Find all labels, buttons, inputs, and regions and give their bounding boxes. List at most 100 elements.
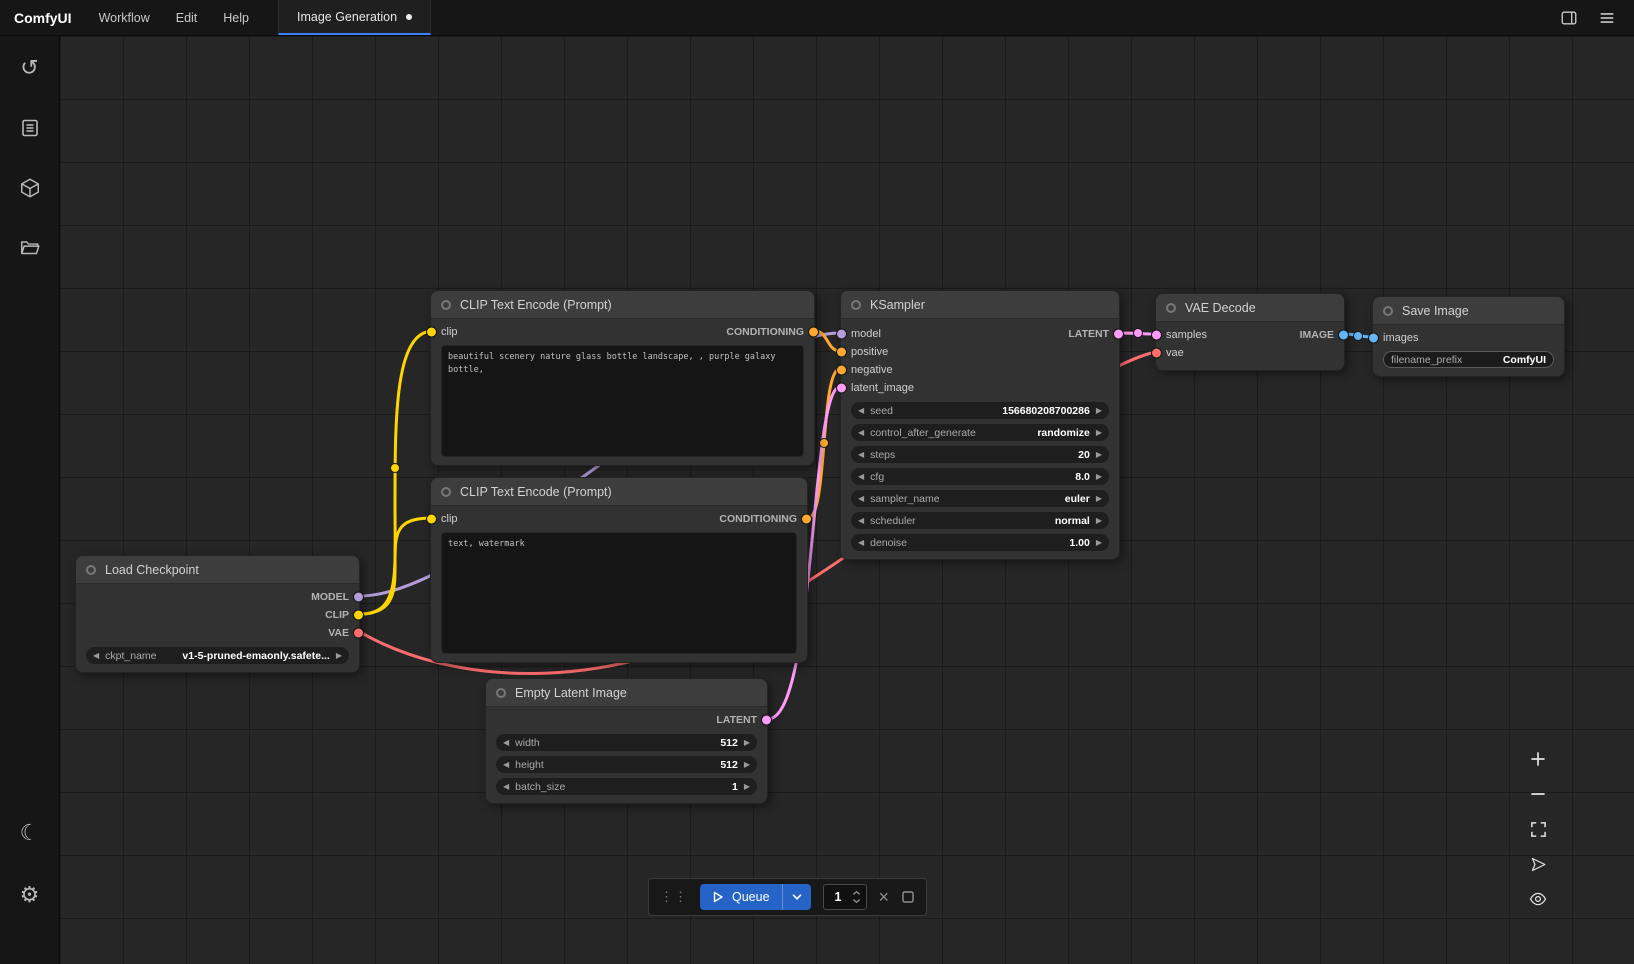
select-mode-button[interactable]	[1526, 852, 1550, 876]
widget-cfg[interactable]: ◀ cfg 8.0 ▶	[851, 468, 1109, 485]
panel-right-icon[interactable]	[1560, 9, 1578, 27]
menu-help[interactable]: Help	[210, 0, 262, 35]
widget-increment-icon[interactable]: ▶	[744, 739, 750, 747]
widget-ckpt-name[interactable]: ◀ ckpt_name v1-5-pruned-emaonly.safete..…	[86, 647, 349, 664]
widget-decrement-icon[interactable]: ◀	[858, 429, 864, 437]
graph-canvas[interactable]: Load Checkpoint MODEL CLIP VAE ◀ ckpt_na…	[60, 36, 1634, 964]
port-model-output[interactable]	[354, 593, 363, 602]
node-vae-decode[interactable]: VAE Decode samples IMAGE vae	[1155, 293, 1345, 371]
widget-increment-icon[interactable]: ▶	[1096, 517, 1102, 525]
queue-options-button[interactable]	[782, 884, 811, 910]
node-header[interactable]: KSampler	[841, 291, 1119, 319]
zoom-in-button[interactable]	[1526, 747, 1550, 771]
port-model-input[interactable]	[837, 330, 846, 339]
widget-increment-icon[interactable]: ▶	[1096, 451, 1102, 459]
widget-decrement-icon[interactable]: ◀	[503, 783, 509, 791]
collapse-dot-icon[interactable]	[851, 300, 861, 310]
widget-increment-icon[interactable]: ▶	[336, 652, 342, 660]
port-vae-output[interactable]	[354, 629, 363, 638]
port-conditioning-output[interactable]	[802, 515, 811, 524]
node-empty-latent-image[interactable]: Empty Latent Image LATENT ◀ width 512 ▶ …	[485, 678, 768, 804]
widget-batch-size[interactable]: ◀ batch_size 1 ▶	[496, 778, 757, 795]
port-samples-input[interactable]	[1152, 331, 1161, 340]
widget-decrement-icon[interactable]: ◀	[858, 407, 864, 415]
widget-denoise[interactable]: ◀ denoise 1.00 ▶	[851, 534, 1109, 551]
widget-decrement-icon[interactable]: ◀	[858, 451, 864, 459]
collapse-dot-icon[interactable]	[441, 487, 451, 497]
node-header[interactable]: CLIP Text Encode (Prompt)	[431, 478, 807, 506]
widget-increment-icon[interactable]: ▶	[1096, 473, 1102, 481]
port-latent-output[interactable]	[1114, 330, 1123, 339]
widget-control-after-generate[interactable]: ◀ control_after_generate randomize ▶	[851, 424, 1109, 441]
settings-gear-icon[interactable]: ⚙	[18, 883, 42, 907]
widget-increment-icon[interactable]: ▶	[744, 761, 750, 769]
cancel-icon[interactable]: ×	[879, 888, 890, 906]
stepper-up-icon[interactable]	[852, 890, 861, 896]
port-negative-input[interactable]	[837, 366, 846, 375]
widget-decrement-icon[interactable]: ◀	[93, 652, 99, 660]
stepper-down-icon[interactable]	[852, 898, 861, 904]
collapse-dot-icon[interactable]	[86, 565, 96, 575]
widget-decrement-icon[interactable]: ◀	[503, 761, 509, 769]
widget-increment-icon[interactable]: ▶	[1096, 429, 1102, 437]
widget-decrement-icon[interactable]: ◀	[858, 517, 864, 525]
widget-decrement-icon[interactable]: ◀	[503, 739, 509, 747]
port-clip-output[interactable]	[354, 611, 363, 620]
node-ksampler[interactable]: KSampler model LATENT positive negative …	[840, 290, 1120, 560]
node-library-icon[interactable]	[18, 116, 42, 140]
collapse-dot-icon[interactable]	[496, 688, 506, 698]
port-clip-input[interactable]	[427, 328, 436, 337]
positive-prompt-textarea[interactable]: beautiful scenery nature glass bottle la…	[441, 345, 804, 457]
widget-increment-icon[interactable]: ▶	[1096, 495, 1102, 503]
widget-decrement-icon[interactable]: ◀	[858, 473, 864, 481]
port-latent-image-input[interactable]	[837, 384, 846, 393]
node-header[interactable]: CLIP Text Encode (Prompt)	[431, 291, 814, 319]
widget-steps[interactable]: ◀ steps 20 ▶	[851, 446, 1109, 463]
node-clip-text-encode-positive[interactable]: CLIP Text Encode (Prompt) clip CONDITION…	[430, 290, 815, 466]
widget-width[interactable]: ◀ width 512 ▶	[496, 734, 757, 751]
collapse-dot-icon[interactable]	[1383, 306, 1393, 316]
theme-toggle-moon-icon[interactable]: ☾	[18, 821, 42, 845]
hamburger-menu-icon[interactable]	[1598, 9, 1616, 27]
collapse-dot-icon[interactable]	[1166, 303, 1176, 313]
node-header[interactable]: VAE Decode	[1156, 294, 1344, 322]
widget-decrement-icon[interactable]: ◀	[858, 539, 864, 547]
port-positive-input[interactable]	[837, 348, 846, 357]
drag-handle-icon[interactable]: ⋮⋮	[660, 889, 688, 905]
widget-increment-icon[interactable]: ▶	[744, 783, 750, 791]
queue-button[interactable]: Queue	[700, 884, 782, 910]
fit-view-button[interactable]	[1526, 817, 1550, 841]
widget-sampler-name[interactable]: ◀ sampler_name euler ▶	[851, 490, 1109, 507]
queue-history-icon[interactable]: ↺	[18, 56, 42, 80]
widget-height[interactable]: ◀ height 512 ▶	[496, 756, 757, 773]
widget-filename-prefix[interactable]: filename_prefix ComfyUI	[1383, 351, 1554, 368]
tab-image-generation[interactable]: Image Generation	[278, 0, 431, 35]
menu-edit[interactable]: Edit	[163, 0, 211, 35]
workflows-folder-icon[interactable]	[18, 236, 42, 260]
node-load-checkpoint[interactable]: Load Checkpoint MODEL CLIP VAE ◀ ckpt_na…	[75, 555, 360, 673]
node-clip-text-encode-negative[interactable]: CLIP Text Encode (Prompt) clip CONDITION…	[430, 477, 808, 663]
stop-icon[interactable]	[901, 890, 915, 904]
widget-scheduler[interactable]: ◀ scheduler normal ▶	[851, 512, 1109, 529]
menu-workflow[interactable]: Workflow	[86, 0, 163, 35]
port-image-output[interactable]	[1339, 331, 1348, 340]
batch-count-input[interactable]: 1	[823, 884, 867, 910]
port-vae-input[interactable]	[1152, 349, 1161, 358]
widget-seed[interactable]: ◀ seed 156680208700286 ▶	[851, 402, 1109, 419]
collapse-dot-icon[interactable]	[441, 300, 451, 310]
node-header[interactable]: Load Checkpoint	[76, 556, 359, 584]
port-latent-output[interactable]	[762, 716, 771, 725]
zoom-out-button[interactable]	[1526, 782, 1550, 806]
widget-increment-icon[interactable]: ▶	[1096, 407, 1102, 415]
node-header[interactable]: Empty Latent Image	[486, 679, 767, 707]
node-save-image[interactable]: Save Image images filename_prefix ComfyU…	[1372, 296, 1565, 377]
widget-increment-icon[interactable]: ▶	[1096, 539, 1102, 547]
widget-decrement-icon[interactable]: ◀	[858, 495, 864, 503]
port-clip-input[interactable]	[427, 515, 436, 524]
port-conditioning-output[interactable]	[809, 328, 818, 337]
node-header[interactable]: Save Image	[1373, 297, 1564, 325]
negative-prompt-textarea[interactable]: text, watermark	[441, 532, 797, 654]
port-images-input[interactable]	[1369, 334, 1378, 343]
model-library-icon[interactable]	[18, 176, 42, 200]
toggle-visibility-eye-button[interactable]	[1526, 887, 1550, 911]
